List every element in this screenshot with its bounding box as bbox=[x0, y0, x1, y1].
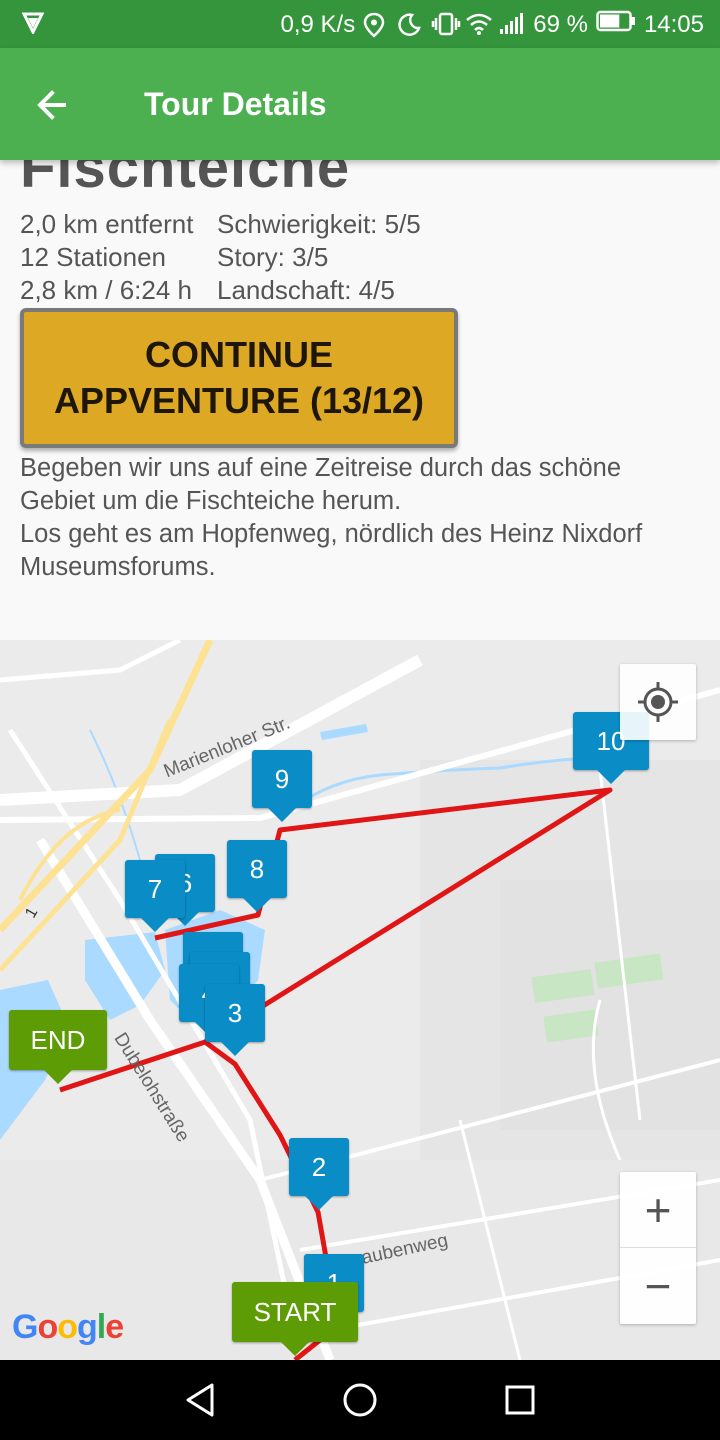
tour-description: Begeben wir uns auf eine Zeitreise durch… bbox=[20, 452, 700, 584]
google-logo: Google bbox=[12, 1308, 124, 1346]
network-speed: 0,9 K/s bbox=[280, 10, 356, 38]
battery-icon bbox=[596, 10, 636, 39]
nav-back-button[interactable] bbox=[180, 1380, 220, 1420]
arrow-back-icon bbox=[37, 90, 66, 120]
signal-icon bbox=[499, 12, 525, 38]
zoom-in-button[interactable]: + bbox=[620, 1172, 696, 1248]
vibrate-icon bbox=[431, 12, 461, 38]
back-button[interactable] bbox=[30, 82, 82, 128]
location-icon bbox=[363, 12, 389, 38]
nav-recents-button[interactable] bbox=[500, 1380, 540, 1420]
zoom-out-button[interactable]: − bbox=[620, 1248, 696, 1324]
tour-name: Fischteiche bbox=[20, 160, 351, 200]
my-location-button[interactable] bbox=[620, 664, 696, 740]
stat-story: Story: 3/5 bbox=[217, 242, 329, 272]
stat-distance-away: 2,0 km entfernt bbox=[20, 209, 194, 239]
continue-appventure-button[interactable]: CONTINUE APPVENTURE (13/12) bbox=[20, 308, 458, 448]
back-triangle-icon bbox=[186, 1383, 214, 1417]
station-marker-2[interactable]: 2 bbox=[289, 1138, 349, 1210]
page-title: Tour Details bbox=[144, 86, 327, 122]
stat-stations: 12 Stationen bbox=[20, 242, 167, 272]
zoom-controls: + − bbox=[620, 1172, 696, 1324]
home-circle-icon bbox=[343, 1383, 377, 1417]
system-nav-bar bbox=[0, 1360, 720, 1440]
stat-length-duration: 2,8 km / 6:24 h bbox=[20, 275, 192, 305]
station-marker-8[interactable]: 8 bbox=[227, 840, 287, 912]
recents-square-icon bbox=[505, 1385, 535, 1415]
wifi-icon bbox=[465, 12, 493, 38]
station-marker-3[interactable]: 3 bbox=[205, 984, 265, 1056]
description-paragraph-1: Begeben wir uns auf eine Zeitreise durch… bbox=[20, 454, 622, 515]
app-bar: Tour Details bbox=[0, 48, 720, 160]
station-marker-9[interactable]: 9 bbox=[252, 750, 312, 822]
battery-percent: 69 % bbox=[533, 10, 588, 38]
end-marker[interactable]: END bbox=[9, 1010, 107, 1084]
moon-icon bbox=[397, 12, 423, 38]
station-marker-7[interactable]: 7 bbox=[125, 860, 185, 932]
tour-details-content[interactable]: Fischteiche 2,0 km entfernt Schwierigkei… bbox=[0, 160, 720, 640]
screen: 0,9 K/s 69 % 14:05 Tour Details Fischtei… bbox=[0, 0, 720, 1440]
stat-difficulty: Schwierigkeit: 5/5 bbox=[217, 209, 421, 239]
tour-stats: 2,0 km entfernt Schwierigkeit: 5/5 12 St… bbox=[20, 208, 421, 307]
start-marker[interactable]: START bbox=[232, 1282, 358, 1356]
nav-home-button[interactable] bbox=[340, 1380, 380, 1420]
description-paragraph-2: Los geht es am Hopfenweg, nördlich des H… bbox=[20, 520, 643, 581]
clock: 14:05 bbox=[643, 10, 704, 38]
my-location-icon bbox=[638, 682, 678, 722]
status-bar: 0,9 K/s 69 % 14:05 bbox=[0, 0, 720, 48]
tour-map[interactable]: Marienloher Str. Dubelohstraße aubenweg … bbox=[0, 640, 720, 1360]
stat-landscape: Landschaft: 4/5 bbox=[217, 275, 395, 305]
app-notification-icon bbox=[21, 12, 45, 41]
